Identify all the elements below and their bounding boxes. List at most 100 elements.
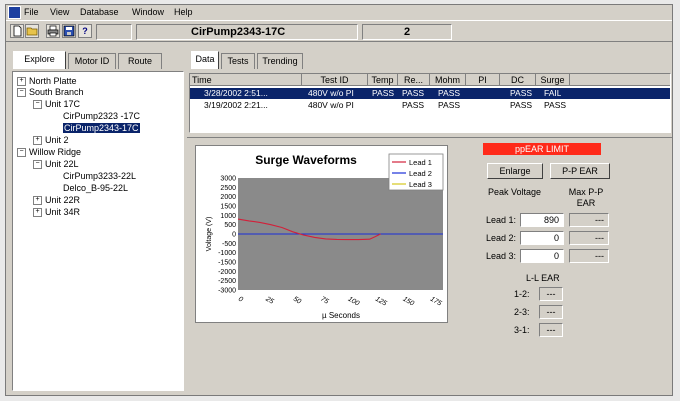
y-tick-label: -3000 [218,288,236,295]
y-tick-label: 2500 [220,185,236,192]
ll-23-value: --- [539,305,563,319]
cell-dc: PASS [510,100,533,110]
menu-help[interactable]: Help [174,6,193,18]
cell-resistance: PASS [402,88,425,98]
y-axis-label: Voltage (V) [206,217,213,252]
expand-icon[interactable]: + [17,77,26,87]
lead1-peak-voltage: 890 [520,213,564,227]
tree-node-unit-22r[interactable]: + Unit 22R [33,195,80,206]
status-bar [6,391,672,395]
tab-data[interactable]: Data [191,51,219,69]
collapse-icon[interactable]: − [17,148,26,158]
cell-mohm: PASS [438,100,461,110]
tree-node-unit-22l[interactable]: − Unit 22L [33,159,79,170]
lead2-label: Lead 2: [486,233,517,243]
col-test-id[interactable]: Test ID [302,74,368,86]
expand-icon[interactable]: + [33,208,42,218]
cell-time: 3/19/2002 2:21... [204,100,268,110]
col-temp[interactable]: Temp [368,74,398,86]
open-folder-icon[interactable] [25,24,39,38]
col-mohm[interactable]: Mohm [430,74,466,86]
toolbar: ? CirPump2343-17C 2 [6,20,672,42]
legend-label: Lead 2 [409,169,432,178]
app-window: File View Database Window Help ? CirPump… [5,4,673,396]
menu-database[interactable]: Database [80,6,119,18]
disk-icon[interactable] [62,24,76,38]
tree-node-cirpump3233[interactable]: CirPump3233-22L [63,171,136,182]
ll-23-label: 2-3: [514,307,530,317]
new-document-icon[interactable] [10,24,24,38]
lead2-max-pp-ear: --- [569,231,609,245]
col-filler [570,74,670,86]
ll-12-value: --- [539,287,563,301]
cell-test-id: 480V w/o PI [308,100,354,110]
tab-trending[interactable]: Trending [257,53,303,69]
collapse-icon[interactable]: − [17,88,26,98]
results-grid[interactable]: Time Test ID Temp Re... Mohm PI DC Surge… [189,73,671,133]
tree-node-unit-2[interactable]: + Unit 2 [33,135,69,146]
lead2-peak-voltage: 0 [520,231,564,245]
cell-dc: PASS [510,88,533,98]
menu-bar: File View Database Window Help [6,5,672,19]
app-icon [8,6,21,19]
menu-window[interactable]: Window [132,6,164,18]
legend-label: Lead 1 [409,158,432,167]
surge-chart-svg: Surge Waveforms µ Seconds Voltage (V) 30… [196,146,447,322]
tree-node-unit-34r[interactable]: + Unit 34R [33,207,80,218]
table-row[interactable]: 3/28/2002 2:51... 480V w/o PI PASS PASS … [190,88,670,99]
table-row[interactable]: 3/19/2002 2:21... 480V w/o PI PASS PASS … [190,100,670,111]
y-tick-label: 500 [224,222,236,229]
y-tick-label: 2000 [220,194,236,201]
ll-ear-label: L-L EAR [526,273,560,283]
col-surge[interactable]: Surge [536,74,570,86]
expand-icon[interactable]: + [33,136,42,146]
tree-node-cirpump2343[interactable]: CirPump2343-17C [63,123,140,134]
ll-31-value: --- [539,323,563,337]
help-icon[interactable]: ? [78,24,92,38]
x-axis-label: µ Seconds [322,311,360,320]
expand-icon[interactable]: + [33,196,42,206]
cell-resistance: PASS [402,100,425,110]
count-field: 2 [362,24,452,40]
tree-node-unit-17c[interactable]: − Unit 17C [33,99,80,110]
tree-node-cirpump2323[interactable]: CirPump2323 -17C [63,111,140,122]
y-tick-label: 1500 [220,204,236,211]
y-tick-label: 0 [232,232,236,239]
tree-node-south-branch[interactable]: − South Branch [17,87,84,98]
toolbar-spacer-field [96,24,132,40]
col-time[interactable]: Time [190,74,302,86]
right-tab-strip: Data Tests Trending [189,51,389,69]
explorer-tree[interactable]: + North Platte − South Branch − Unit 17C Ci… [12,71,184,391]
tree-node-delco[interactable]: Delco_B-95-22L [63,183,128,194]
y-tick-label: -1000 [218,250,236,257]
max-pp-ear-label: Max P-P EAR [568,187,604,208]
left-tab-strip: Explore Motor ID Route [10,51,186,69]
tree-node-willow-ridge[interactable]: − Willow Ridge [17,147,81,158]
tab-route[interactable]: Route [118,53,162,69]
lead3-max-pp-ear: --- [569,249,609,263]
col-pi[interactable]: PI [466,74,500,86]
tree-node-north-platte[interactable]: + North Platte [17,76,77,87]
menu-file[interactable]: File [24,6,39,18]
tab-tests[interactable]: Tests [221,53,255,69]
enlarge-button[interactable]: Enlarge [487,163,543,179]
cell-surge: FAIL [544,88,562,98]
tab-motor-id[interactable]: Motor ID [68,53,116,69]
ll-12-label: 1-2: [514,289,530,299]
collapse-icon[interactable]: − [33,100,42,110]
cell-time: 3/28/2002 2:51... [204,88,268,98]
y-tick-label: -500 [222,241,236,248]
y-tick-label: -2500 [218,278,236,285]
alarm-banner: ppEAR LIMIT [483,143,601,155]
cell-test-id: 480V w/o PI [308,88,354,98]
cell-surge: PASS [544,100,567,110]
menu-view[interactable]: View [50,6,69,18]
surge-chart: Surge Waveforms µ Seconds Voltage (V) 30… [195,145,448,323]
tab-explore[interactable]: Explore [13,51,66,69]
pp-ear-button[interactable]: P-P EAR [550,163,610,179]
printer-icon[interactable] [46,24,60,38]
col-dc[interactable]: DC [500,74,536,86]
lead3-label: Lead 3: [486,251,517,261]
collapse-icon[interactable]: − [33,160,42,170]
col-resistance[interactable]: Re... [398,74,430,86]
